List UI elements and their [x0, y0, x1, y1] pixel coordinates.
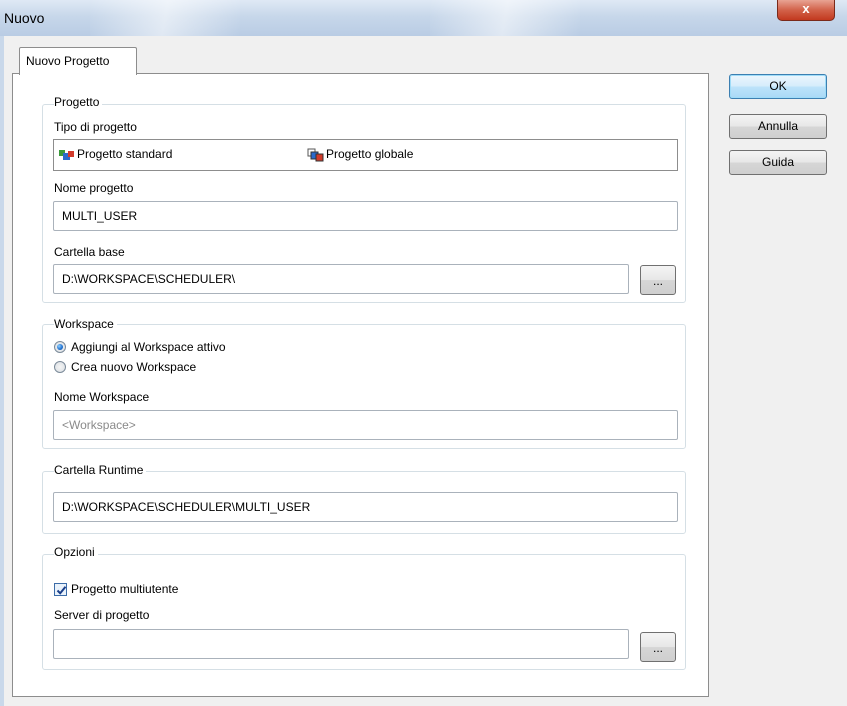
titlebar-glass-streak: [90, 0, 240, 36]
add-to-active-workspace-label[interactable]: Aggiungi al Workspace attivo: [71, 340, 226, 354]
options-legend: Opzioni: [54, 545, 98, 559]
standard-project-label: Progetto standard: [77, 147, 173, 161]
standard-project-option[interactable]: Progetto standard: [58, 147, 172, 162]
project-name-label: Nome progetto: [54, 181, 134, 195]
project-server-browse-button[interactable]: ...: [640, 632, 676, 662]
project-server-label: Server di progetto: [54, 608, 150, 622]
runtime-folder-legend: Cartella Runtime: [54, 463, 147, 477]
workspace-name-label: Nome Workspace: [54, 390, 150, 404]
project-type-label: Tipo di progetto: [54, 120, 137, 134]
add-to-active-workspace-radio[interactable]: [54, 341, 66, 353]
project-name-input[interactable]: MULTI_USER: [53, 201, 678, 231]
runtime-folder-input[interactable]: D:\WORKSPACE\SCHEDULER\MULTI_USER: [53, 492, 678, 522]
workspace-name-input[interactable]: <Workspace>: [53, 410, 678, 440]
close-button[interactable]: x: [777, 0, 835, 21]
workspace-legend: Workspace: [54, 317, 117, 331]
ok-button[interactable]: OK: [729, 74, 827, 99]
cancel-button[interactable]: Annulla: [729, 114, 827, 139]
close-icon[interactable]: x: [802, 1, 809, 16]
global-project-option[interactable]: Progetto globale: [307, 147, 413, 162]
tab-nuovo-progetto[interactable]: Nuovo Progetto: [19, 47, 137, 75]
progetto-legend: Progetto: [54, 95, 103, 109]
project-type-selector[interactable]: Progetto standard Progetto globale: [53, 139, 678, 171]
base-folder-browse-button[interactable]: ...: [640, 265, 676, 295]
help-button[interactable]: Guida: [729, 150, 827, 175]
base-folder-input[interactable]: D:\WORKSPACE\SCHEDULER\: [53, 264, 629, 294]
global-project-icon: [307, 148, 324, 162]
create-new-workspace-radio[interactable]: [54, 361, 66, 373]
title-bar: Nuovo x: [0, 0, 847, 36]
multiuser-checkbox[interactable]: [54, 583, 67, 596]
tab-label: Nuovo Progetto: [26, 54, 110, 68]
window-title: Nuovo: [4, 10, 45, 26]
checkmark-icon: [56, 586, 67, 595]
global-project-label: Progetto globale: [326, 147, 414, 161]
base-folder-label: Cartella base: [54, 245, 125, 259]
titlebar-glass-streak: [430, 0, 580, 36]
multiuser-label[interactable]: Progetto multiutente: [71, 582, 178, 596]
project-server-input[interactable]: [53, 629, 629, 659]
create-new-workspace-label[interactable]: Crea nuovo Workspace: [71, 360, 196, 374]
standard-project-icon: [59, 149, 74, 160]
